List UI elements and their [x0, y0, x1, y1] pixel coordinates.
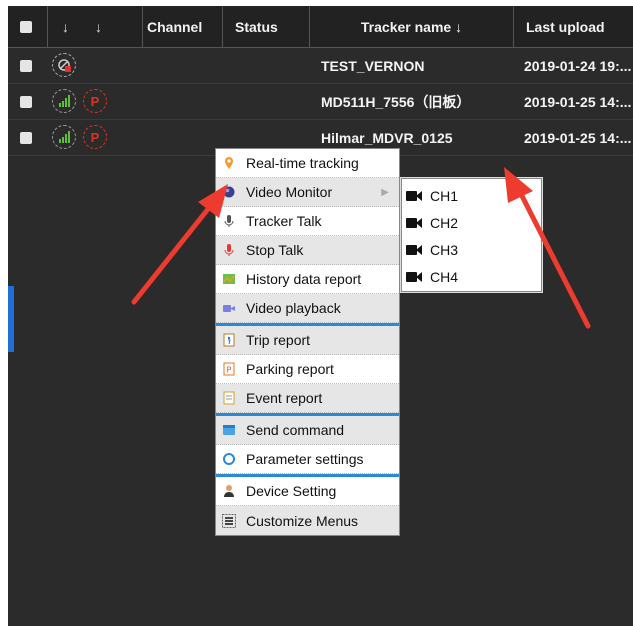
- menu-item-video-monitor[interactable]: Video Monitor ▶: [216, 178, 399, 207]
- tracker-name-cell[interactable]: TEST_VERNON: [321, 48, 424, 84]
- table-row[interactable]: TEST_VERNON 2019-01-24 19:...: [8, 48, 633, 84]
- menu-item-history-data-report[interactable]: History data report: [216, 265, 399, 294]
- signal-bars-icon: [52, 89, 76, 113]
- menu-item-label: Real-time tracking: [246, 155, 359, 171]
- history-map-icon: [222, 272, 236, 286]
- submenu-arrow-icon: ▶: [381, 186, 389, 198]
- microphone-red-icon: [222, 243, 236, 257]
- row-checkbox[interactable]: [20, 132, 32, 144]
- menu-item-tracker-talk[interactable]: Tracker Talk: [216, 207, 399, 236]
- last-upload-cell: 2019-01-25 14:...: [524, 130, 632, 146]
- menu-item-label: Parking report: [246, 361, 334, 377]
- location-pin-icon: [222, 156, 236, 170]
- select-all-cell: [8, 6, 48, 47]
- menu-item-label: Event report: [246, 390, 323, 406]
- device-setting-icon: [222, 484, 236, 498]
- menu-item-label: Send command: [246, 422, 345, 438]
- submenu-item-label: CH2: [430, 214, 459, 231]
- tracker-name-cell[interactable]: MD511H_7556（旧板）: [321, 84, 470, 120]
- menu-item-stop-talk[interactable]: Stop Talk: [216, 236, 399, 265]
- menu-item-video-playback[interactable]: Video playback: [216, 294, 399, 323]
- context-menu: Real-time tracking Video Monitor ▶ Track…: [215, 148, 400, 536]
- video-monitor-submenu: CH1 CH2 CH3 CH4: [400, 177, 543, 293]
- row-checkbox[interactable]: [20, 96, 32, 108]
- submenu-item-label: CH4: [430, 268, 459, 285]
- side-panel-toggle[interactable]: [8, 286, 14, 352]
- event-report-icon: [222, 391, 236, 405]
- status-column-header[interactable]: Status: [223, 6, 310, 47]
- menu-item-trip-report[interactable]: Trip report: [216, 326, 399, 355]
- sort-columns-cell: ↓ ↓: [48, 6, 143, 47]
- svg-text:P: P: [227, 366, 232, 375]
- parking-report-icon: P: [222, 362, 236, 376]
- table-row[interactable]: P MD511H_7556（旧板） 2019-01-25 14:...: [8, 84, 633, 120]
- menu-item-device-setting[interactable]: Device Setting: [216, 477, 399, 506]
- submenu-item-ch4[interactable]: CH4: [402, 263, 541, 290]
- sort-down-icon[interactable]: ↓: [95, 19, 102, 35]
- menu-item-send-command[interactable]: Send command: [216, 416, 399, 445]
- channel-column-header[interactable]: Channel: [135, 6, 223, 47]
- menu-item-real-time-tracking[interactable]: Real-time tracking: [216, 149, 399, 178]
- signal-bars-icon: [52, 125, 76, 149]
- menu-item-label: Video Monitor: [246, 184, 333, 200]
- parameter-settings-icon: [222, 452, 236, 466]
- send-command-icon: [222, 423, 236, 437]
- offline-signal-icon: [52, 53, 76, 77]
- menu-item-label: Parameter settings: [246, 451, 364, 467]
- submenu-item-ch2[interactable]: CH2: [402, 209, 541, 236]
- submenu-item-label: CH1: [430, 187, 459, 204]
- menu-item-label: Video playback: [246, 300, 341, 316]
- table-header: ↓ ↓ Channel Status Tracker name ↓ Last u…: [8, 6, 633, 48]
- menu-item-parameter-settings[interactable]: Parameter settings: [216, 445, 399, 474]
- menu-item-parking-report[interactable]: P Parking report: [216, 355, 399, 384]
- menu-item-label: History data report: [246, 271, 362, 287]
- submenu-item-ch1[interactable]: CH1: [402, 182, 541, 209]
- parking-p-icon: P: [83, 89, 107, 113]
- video-camera-icon: [406, 271, 422, 282]
- menu-item-event-report[interactable]: Event report: [216, 384, 399, 413]
- submenu-item-label: CH3: [430, 241, 459, 258]
- parking-p-icon: P: [83, 125, 107, 149]
- menu-item-label: Trip report: [246, 332, 311, 348]
- row-checkbox[interactable]: [20, 60, 32, 72]
- trip-report-icon: [222, 333, 236, 347]
- menu-item-label: Device Setting: [246, 483, 337, 499]
- menu-item-label: Stop Talk: [246, 242, 304, 258]
- menu-item-customize-menus[interactable]: Customize Menus: [216, 506, 399, 535]
- video-camera-icon: [406, 217, 422, 228]
- video-playback-icon: [222, 301, 236, 315]
- last-upload-cell: 2019-01-25 14:...: [524, 94, 632, 110]
- sort-down-icon[interactable]: ↓: [62, 19, 69, 35]
- menu-item-label: Customize Menus: [246, 512, 359, 529]
- camera-globe-icon: [222, 185, 236, 199]
- microphone-icon: [222, 214, 236, 228]
- menu-item-label: Tracker Talk: [246, 213, 322, 229]
- last-upload-column-header[interactable]: Last upload: [514, 6, 633, 47]
- customize-menu-icon: [222, 513, 236, 528]
- tracker-name-column-header[interactable]: Tracker name ↓: [310, 6, 514, 47]
- last-upload-cell: 2019-01-24 19:...: [524, 58, 632, 74]
- submenu-item-ch3[interactable]: CH3: [402, 236, 541, 263]
- select-all-checkbox[interactable]: [20, 21, 32, 33]
- video-camera-icon: [406, 190, 422, 201]
- video-camera-icon: [406, 244, 422, 255]
